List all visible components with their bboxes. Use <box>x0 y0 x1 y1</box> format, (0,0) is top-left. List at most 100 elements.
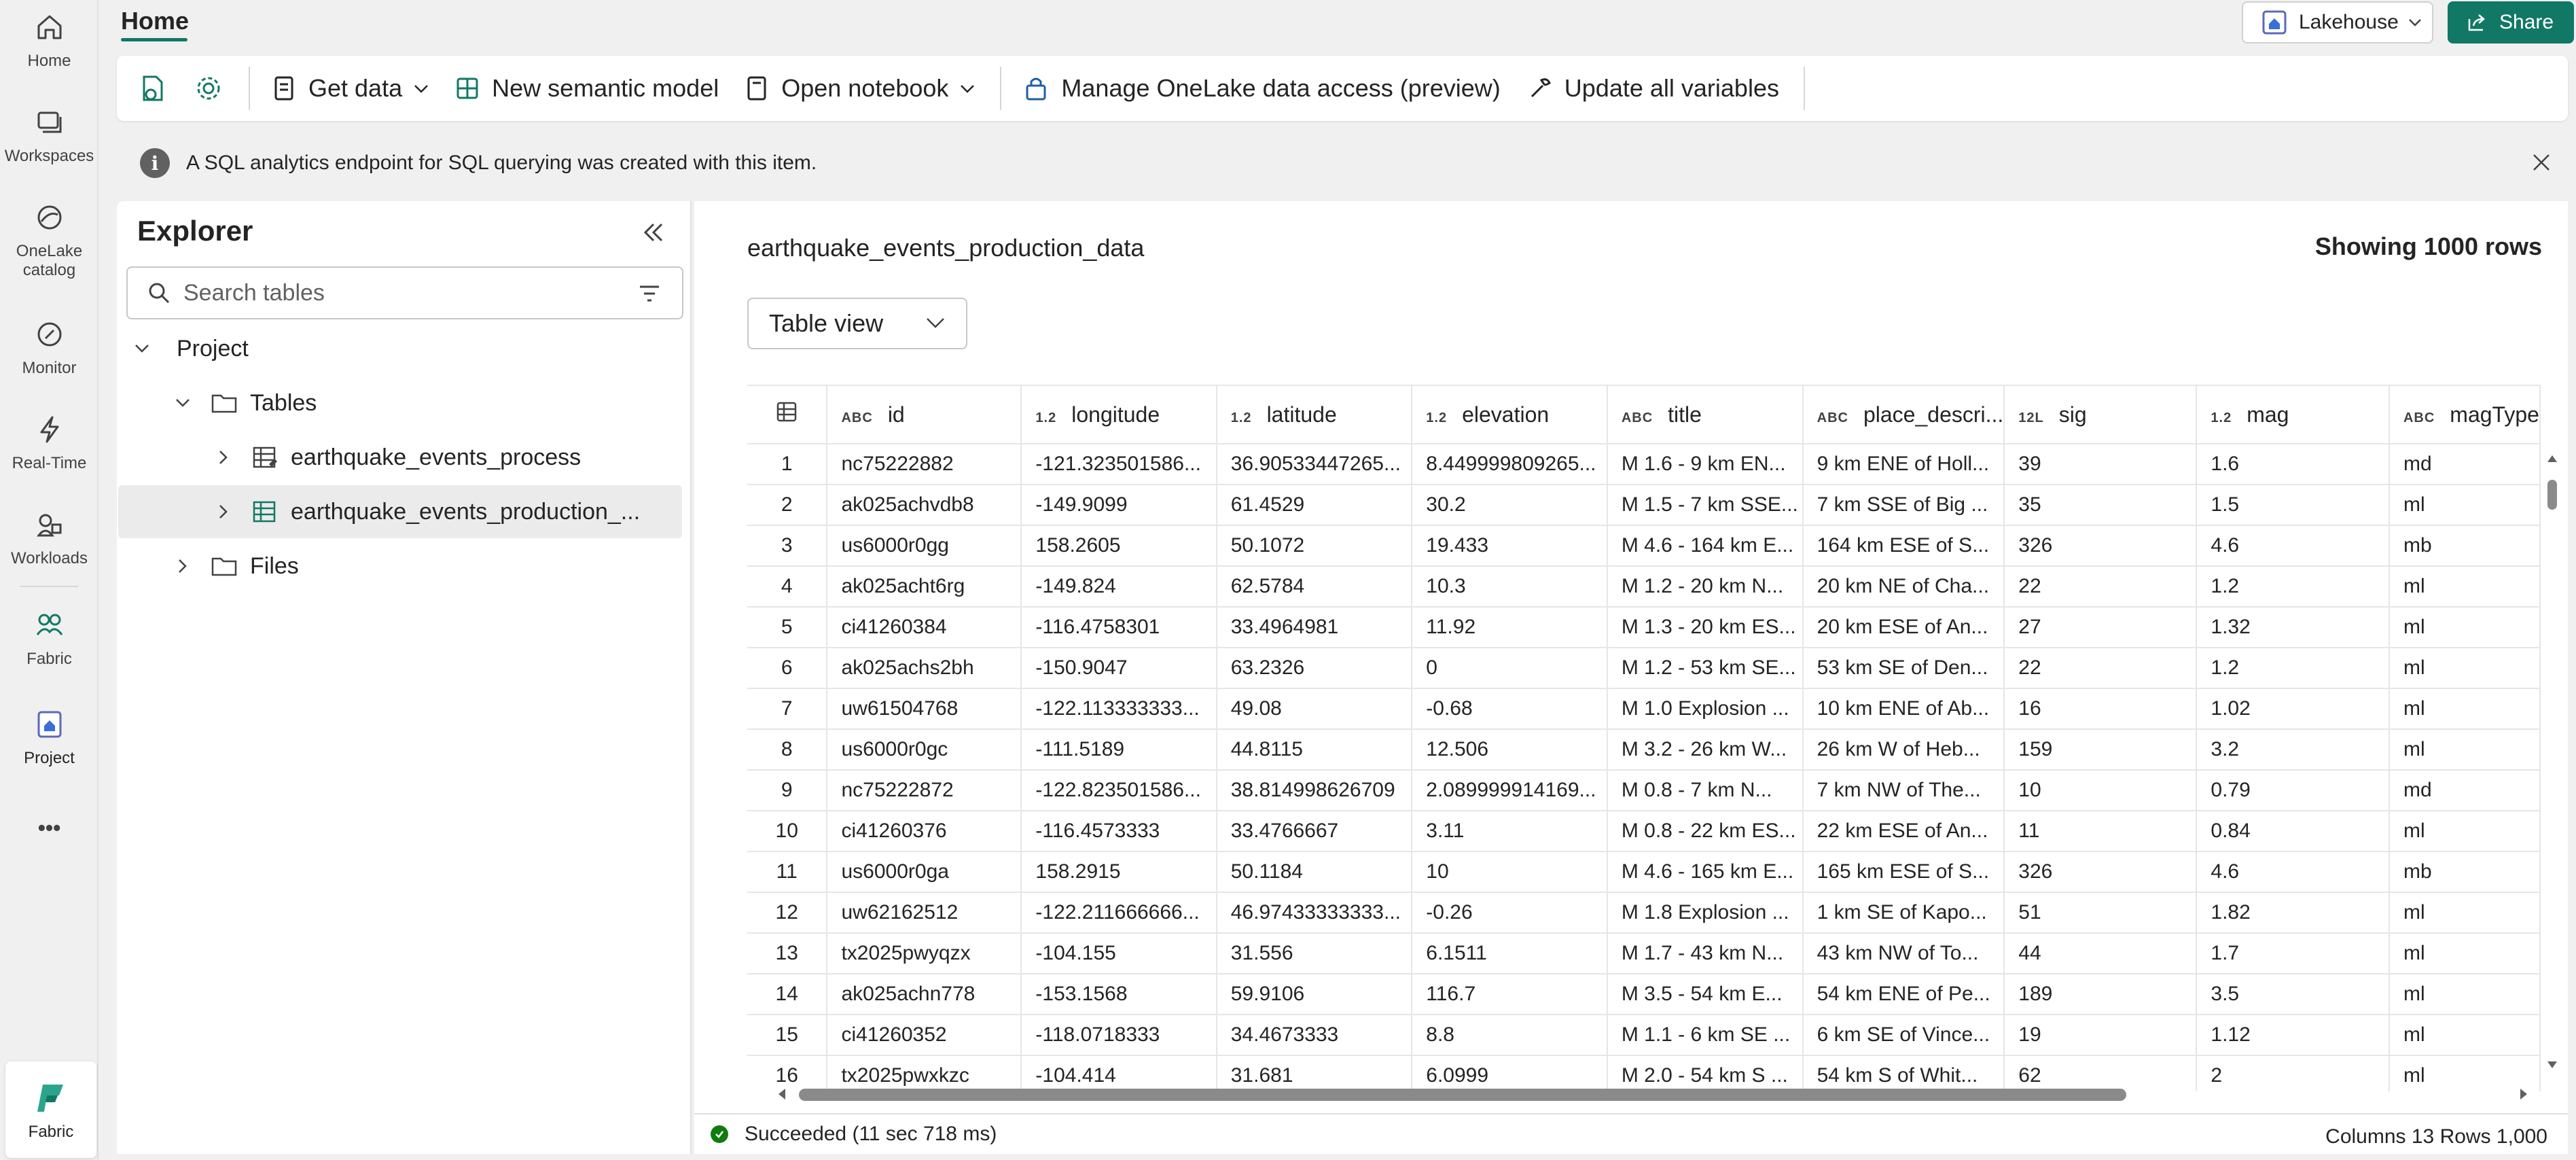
table-cell[interactable]: ci41260352 <box>827 1015 1022 1056</box>
table-cell[interactable]: 61.4529 <box>1216 485 1413 526</box>
scroll-left-arrow-icon[interactable] <box>776 1087 787 1101</box>
table-cell[interactable]: 7 km NW of The... <box>1802 770 2005 811</box>
rail-onelake-catalog[interactable]: OneLake catalog <box>0 197 99 280</box>
table-cell[interactable]: 1 km SE of Kapo... <box>1802 892 2005 934</box>
fabric-switcher[interactable]: Fabric <box>5 1061 96 1158</box>
table-cell[interactable]: 158.2915 <box>1021 851 1217 893</box>
table-cell[interactable]: 19 <box>2004 1015 2198 1056</box>
table-cell[interactable]: 63.2326 <box>1216 648 1413 689</box>
table-row[interactable]: 15 ci41260352 -118.0718333 34.4673333 8.8 M 1… <box>747 1015 2541 1056</box>
row-number[interactable]: 9 <box>747 770 828 811</box>
table-row[interactable]: 10 ci41260376 -116.4573333 33.4766667 3.11 M … <box>747 811 2541 852</box>
table-cell[interactable]: -153.1568 <box>1021 974 1217 1015</box>
search-tables-box[interactable] <box>126 266 683 319</box>
table-cell[interactable]: 3.5 <box>2196 974 2390 1015</box>
table-row[interactable]: 2 ak025achvdb8 -149.9099 61.4529 30.2 M 1.5 -… <box>747 485 2541 526</box>
row-number[interactable]: 13 <box>747 933 828 974</box>
table-cell[interactable]: M 1.0 Explosion ... <box>1607 688 1804 730</box>
table-cell[interactable]: uw61504768 <box>827 688 1022 730</box>
table-cell[interactable]: 59.9106 <box>1216 974 1413 1015</box>
scroll-right-arrow-icon[interactable] <box>2519 1087 2530 1101</box>
table-cell[interactable]: M 1.3 - 20 km ES... <box>1607 607 1804 648</box>
table-cell[interactable]: mb <box>2389 525 2541 567</box>
table-cell[interactable]: 10.3 <box>1412 566 1608 608</box>
rail-workspaces[interactable]: Workspaces <box>0 102 99 166</box>
row-number[interactable]: 10 <box>747 811 828 852</box>
table-cell[interactable]: 10 <box>1412 851 1608 893</box>
table-row[interactable]: 12 uw62162512 -122.211666666... 46.97433333… <box>747 892 2541 934</box>
table-cell[interactable]: 0.84 <box>2196 811 2390 852</box>
column-header[interactable]: ABC title <box>1607 385 1804 444</box>
share-button[interactable]: Share <box>2448 1 2574 43</box>
rail-home[interactable]: Home <box>0 7 99 71</box>
table-cell[interactable]: 11 <box>2004 811 2198 852</box>
table-cell[interactable]: -0.26 <box>1412 892 1608 934</box>
table-cell[interactable]: ci41260384 <box>827 607 1022 648</box>
table-cell[interactable]: -149.9099 <box>1021 485 1217 526</box>
column-header[interactable]: 1.2 longitude <box>1021 385 1217 444</box>
column-header[interactable]: ABC id <box>827 385 1022 444</box>
column-header[interactable]: 1.2 elevation <box>1412 385 1608 444</box>
scroll-up-arrow-icon[interactable] <box>2546 453 2558 463</box>
tree-tables-folder[interactable]: Tables <box>118 376 682 429</box>
row-number[interactable]: 6 <box>747 648 828 689</box>
lakehouse-switcher-button[interactable]: Lakehouse <box>2242 1 2433 43</box>
table-cell[interactable]: -118.0718333 <box>1021 1015 1217 1056</box>
table-cell[interactable]: 158.2605 <box>1021 525 1217 567</box>
table-cell[interactable]: -104.155 <box>1021 933 1217 974</box>
table-cell[interactable]: 9 km ENE of Holl... <box>1802 444 2005 485</box>
table-cell[interactable]: 6 km SE of Vince... <box>1802 1015 2005 1056</box>
row-number[interactable]: 2 <box>747 485 828 526</box>
column-header[interactable]: 1.2 latitude <box>1216 385 1413 444</box>
table-cell[interactable]: -122.211666666... <box>1021 892 1217 934</box>
table-cell[interactable]: -116.4758301 <box>1021 607 1217 648</box>
table-cell[interactable]: 26 km W of Heb... <box>1802 729 2005 771</box>
table-cell[interactable]: ml <box>2389 485 2541 526</box>
table-row[interactable]: 1 nc75222882 -121.323501586... 36.905334472… <box>747 444 2541 485</box>
table-row[interactable]: 13 tx2025pwyqzx -104.155 31.556 6.1511 M 1.7 … <box>747 933 2541 974</box>
table-cell[interactable]: 22 <box>2004 648 2198 689</box>
table-cell[interactable]: 33.4964981 <box>1216 607 1413 648</box>
table-cell[interactable]: 1.32 <box>2196 607 2390 648</box>
table-cell[interactable]: -116.4573333 <box>1021 811 1217 852</box>
row-number[interactable]: 12 <box>747 892 828 934</box>
table-cell[interactable]: 39 <box>2004 444 2198 485</box>
table-cell[interactable]: 189 <box>2004 974 2198 1015</box>
table-cell[interactable]: M 4.6 - 164 km E... <box>1607 525 1804 567</box>
table-cell[interactable]: 34.4673333 <box>1216 1015 1413 1056</box>
table-row[interactable]: 3 us6000r0gg 158.2605 50.1072 19.433 M 4.6 - … <box>747 525 2541 567</box>
table-cell[interactable]: ak025achvdb8 <box>827 485 1022 526</box>
filter-icon[interactable] <box>637 283 662 304</box>
close-icon[interactable] <box>2530 151 2553 174</box>
table-cell[interactable]: 2.089999914169... <box>1412 770 1608 811</box>
row-number[interactable]: 7 <box>747 688 828 730</box>
table-row[interactable]: 7 uw61504768 -122.113333333... 49.08 -0.68 M … <box>747 688 2541 730</box>
table-cell[interactable]: 1.5 <box>2196 485 2390 526</box>
table-cell[interactable]: ak025achs2bh <box>827 648 1022 689</box>
table-cell[interactable]: md <box>2389 444 2541 485</box>
settings-button[interactable] <box>193 73 224 104</box>
tree-table-process[interactable]: earthquake_events_process <box>118 431 682 484</box>
table-cell[interactable]: 20 km NE of Cha... <box>1802 566 2005 608</box>
table-row[interactable]: 4 ak025acht6rg -149.824 62.5784 10.3 M 1.2 - … <box>747 566 2541 608</box>
row-number[interactable]: 8 <box>747 729 828 771</box>
table-cell[interactable]: md <box>2389 770 2541 811</box>
table-cell[interactable]: M 1.2 - 20 km N... <box>1607 566 1804 608</box>
table-cell[interactable]: 6.1511 <box>1412 933 1608 974</box>
table-cell[interactable]: 164 km ESE of S... <box>1802 525 2005 567</box>
rail-real-time[interactable]: Real-Time <box>0 409 99 473</box>
row-number[interactable]: 11 <box>747 851 828 893</box>
table-cell[interactable]: 54 km ENE of Pe... <box>1802 974 2005 1015</box>
table-cell[interactable]: 27 <box>2004 607 2198 648</box>
table-row[interactable]: 11 us6000r0ga 158.2915 50.1184 10 M 4.6 - 165… <box>747 851 2541 893</box>
table-cell[interactable]: ml <box>2389 607 2541 648</box>
table-cell[interactable]: ml <box>2389 811 2541 852</box>
row-number[interactable]: 4 <box>747 566 828 608</box>
horizontal-scrollbar[interactable] <box>757 1085 2530 1104</box>
table-cell[interactable]: ml <box>2389 648 2541 689</box>
table-cell[interactable]: 326 <box>2004 851 2198 893</box>
column-header[interactable]: 1.2 mag <box>2196 385 2390 444</box>
table-cell[interactable]: ml <box>2389 1015 2541 1056</box>
table-cell[interactable]: 11.92 <box>1412 607 1608 648</box>
table-cell[interactable]: ml <box>2389 688 2541 730</box>
